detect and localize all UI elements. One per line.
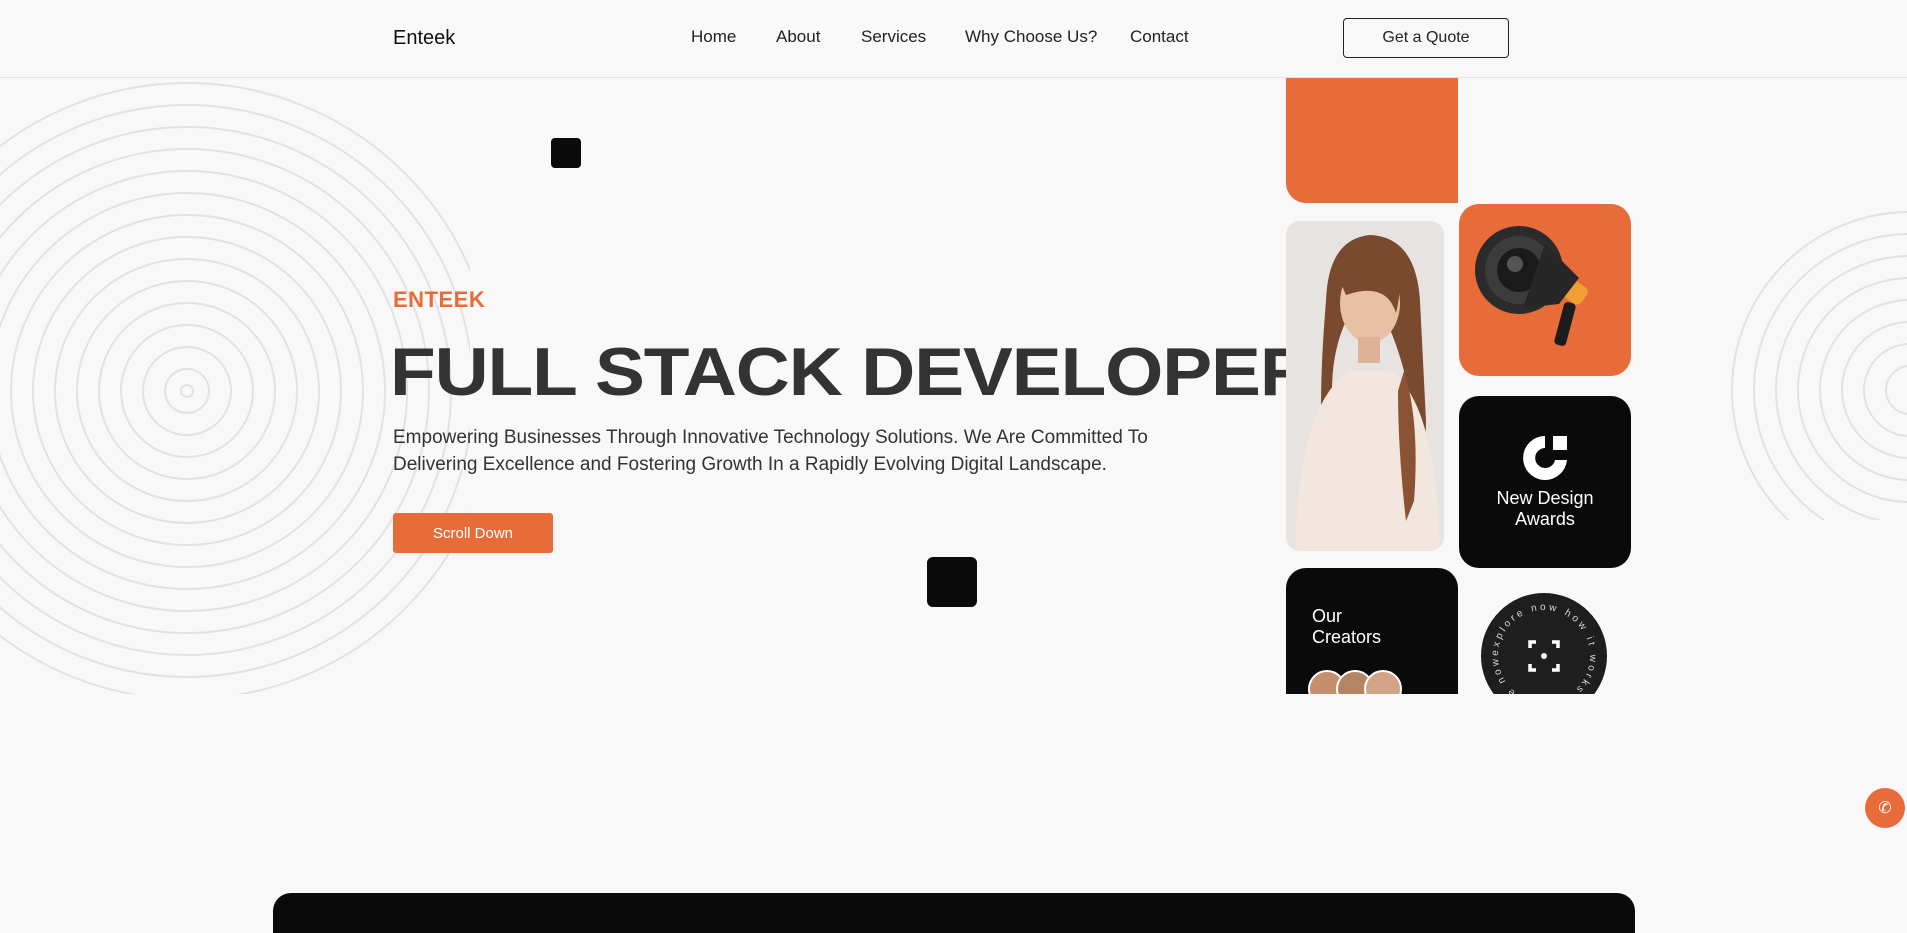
awards-line-2: Awards (1515, 509, 1575, 529)
orange-tile-top (1286, 77, 1458, 203)
svg-text:explore now how it works • exp: explore now how it works • explore now h… (1480, 592, 1598, 694)
nav-contact[interactable]: Contact (1130, 27, 1189, 47)
hero-title: FULL STACK DEVELOPER (390, 334, 1314, 410)
nav-services[interactable]: Services (861, 27, 926, 47)
phone-button[interactable]: ✆ (1865, 788, 1905, 828)
decorative-square-top (551, 138, 581, 168)
next-section-band (273, 893, 1635, 933)
get-a-quote-button[interactable]: Get a Quote (1343, 18, 1509, 58)
phone-icon: ✆ (1878, 800, 1892, 817)
avatar[interactable] (1364, 670, 1402, 694)
creators-title: Our Creators (1312, 606, 1381, 648)
portrait-photo (1286, 221, 1444, 551)
decorative-rings-right (1731, 211, 1907, 520)
hero-eyebrow: ENTEEK (393, 287, 486, 312)
nav-home[interactable]: Home (691, 27, 736, 47)
site-header: Enteek Home About Services Why Choose Us… (0, 0, 1907, 78)
woman-portrait-image (1286, 221, 1444, 551)
creators-line-1: Our (1312, 606, 1343, 626)
creators-tile: Our Creators (1286, 568, 1458, 694)
nav-about[interactable]: About (776, 27, 820, 47)
site-logo[interactable]: Enteek (393, 27, 455, 50)
decorative-square-bottom (927, 557, 977, 607)
scroll-down-button[interactable]: Scroll Down (393, 513, 553, 553)
awards-line-1: New Design (1496, 488, 1594, 508)
awards-logo-icon (1523, 436, 1567, 480)
orange-tile-megaphone (1459, 204, 1631, 376)
megaphone-icon (1475, 226, 1588, 346)
hero-description: Empowering Businesses Through Innovative… (393, 427, 1148, 475)
awards-title: New Design Awards (1459, 488, 1631, 530)
awards-tile: New Design Awards (1459, 396, 1631, 568)
creators-line-2: Creators (1312, 627, 1382, 647)
badge-ring-text: explore now how it works • explore now h… (1480, 592, 1595, 694)
crosshair-icon (1528, 640, 1560, 672)
nav-why-choose-us[interactable]: Why Choose Us? (965, 27, 1097, 47)
explore-badge[interactable]: explore now how it works • explore now h… (1480, 592, 1608, 694)
